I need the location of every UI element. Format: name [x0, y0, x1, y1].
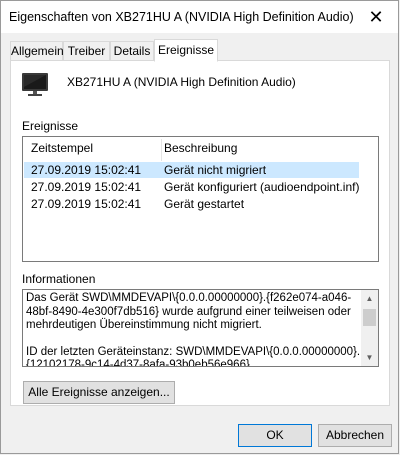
event-timestamp: 27.09.2019 15:02:41 [31, 180, 142, 194]
event-description: Gerät nicht migriert [164, 163, 267, 177]
event-description: Gerät konfiguriert (audioendpoint.inf) [164, 180, 360, 194]
event-timestamp: 27.09.2019 15:02:41 [31, 197, 142, 211]
tab-details[interactable]: Details [110, 41, 154, 60]
column-divider[interactable] [161, 139, 162, 161]
cancel-button[interactable]: Abbrechen [318, 424, 392, 447]
events-group-label: Ereignisse [22, 119, 79, 133]
tab-allgemein[interactable]: Allgemein [10, 41, 64, 60]
title-bar: Eigenschaften von XB271HU A (NVIDIA High… [1, 1, 398, 33]
event-row[interactable]: 27.09.2019 15:02:41 Gerät konfiguriert (… [24, 179, 359, 195]
column-header-timestamp[interactable]: Zeitstempel [31, 141, 93, 155]
info-textbox[interactable]: Das Gerät SWD\MMDEVAPI\{0.0.0.00000000}.… [22, 289, 379, 367]
info-paragraph-2: ID der letzten Geräteinstanz: SWD\MMDEVA… [26, 345, 361, 367]
event-timestamp: 27.09.2019 15:02:41 [31, 163, 142, 177]
tab-ereignisse[interactable]: Ereignisse [154, 39, 218, 62]
column-header-description[interactable]: Beschreibung [164, 141, 237, 155]
show-all-events-button[interactable]: Alle Ereignisse anzeigen... [23, 381, 175, 404]
scroll-down-icon[interactable]: ▼ [361, 349, 378, 366]
info-paragraph-1: Das Gerät SWD\MMDEVAPI\{0.0.0.00000000}.… [26, 292, 352, 331]
close-icon[interactable]: ✕ [354, 1, 398, 33]
events-list[interactable]: Zeitstempel Beschreibung 27.09.2019 15:0… [22, 136, 379, 262]
event-row[interactable]: 27.09.2019 15:02:41 Gerät gestartet [24, 196, 359, 212]
info-scrollbar[interactable]: ▲ ▼ [361, 290, 378, 366]
ok-button[interactable]: OK [238, 424, 312, 447]
event-row[interactable]: 27.09.2019 15:02:41 Gerät nicht migriert [24, 162, 359, 178]
info-label: Informationen [22, 272, 96, 286]
info-text: Das Gerät SWD\MMDEVAPI\{0.0.0.00000000}.… [26, 292, 361, 367]
monitor-icon [22, 73, 48, 96]
scroll-up-icon[interactable]: ▲ [361, 290, 378, 307]
tab-treiber[interactable]: Treiber [63, 41, 110, 60]
event-description: Gerät gestartet [164, 197, 245, 211]
window-title: Eigenschaften von XB271HU A (NVIDIA High… [9, 10, 354, 24]
device-name: XB271HU A (NVIDIA High Definition Audio) [67, 75, 296, 89]
scroll-thumb[interactable] [363, 309, 376, 326]
